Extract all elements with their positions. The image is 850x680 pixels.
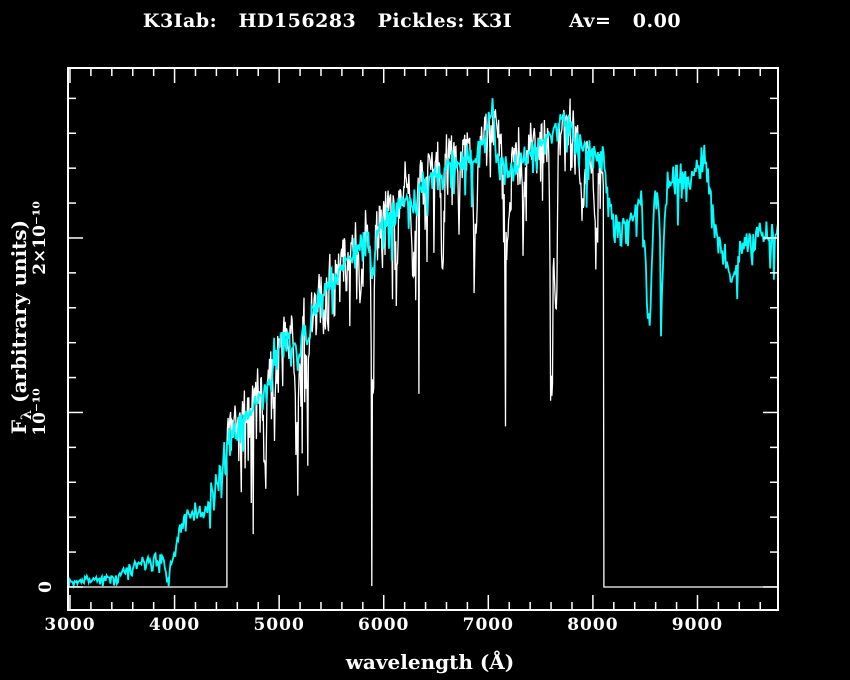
- x-axis-title: wavelength (Å): [346, 650, 515, 674]
- x-axis-tick-label: 3000: [44, 615, 95, 635]
- x-axis-tick-label: 5000: [253, 615, 304, 635]
- spectrum-curves: [68, 98, 778, 587]
- y-axis-tick-label: 2×10⁻¹⁰: [30, 201, 50, 275]
- spectrum-plot: [0, 0, 850, 680]
- y-axis-tick-label: 0: [36, 581, 56, 593]
- x-axis-tick-label: 8000: [567, 615, 618, 635]
- x-axis-tick-label: 4000: [149, 615, 200, 635]
- plot-box-border: [68, 68, 778, 610]
- x-axis-tick-label: 9000: [672, 615, 723, 635]
- x-axis-tick-label: 7000: [463, 615, 514, 635]
- spectrum-plot-window: K3Iab: HD156283 Pickles: K3I Av= 0.00 wa…: [0, 0, 850, 680]
- x-axis-tick-label: 6000: [358, 615, 409, 635]
- axis-ticks: [69, 69, 777, 609]
- y-axis-title-units: (arbitrary units): [7, 220, 31, 410]
- y-axis-title-symbol: F: [7, 420, 31, 434]
- y-axis-tick-label: 10⁻¹⁰: [30, 389, 50, 437]
